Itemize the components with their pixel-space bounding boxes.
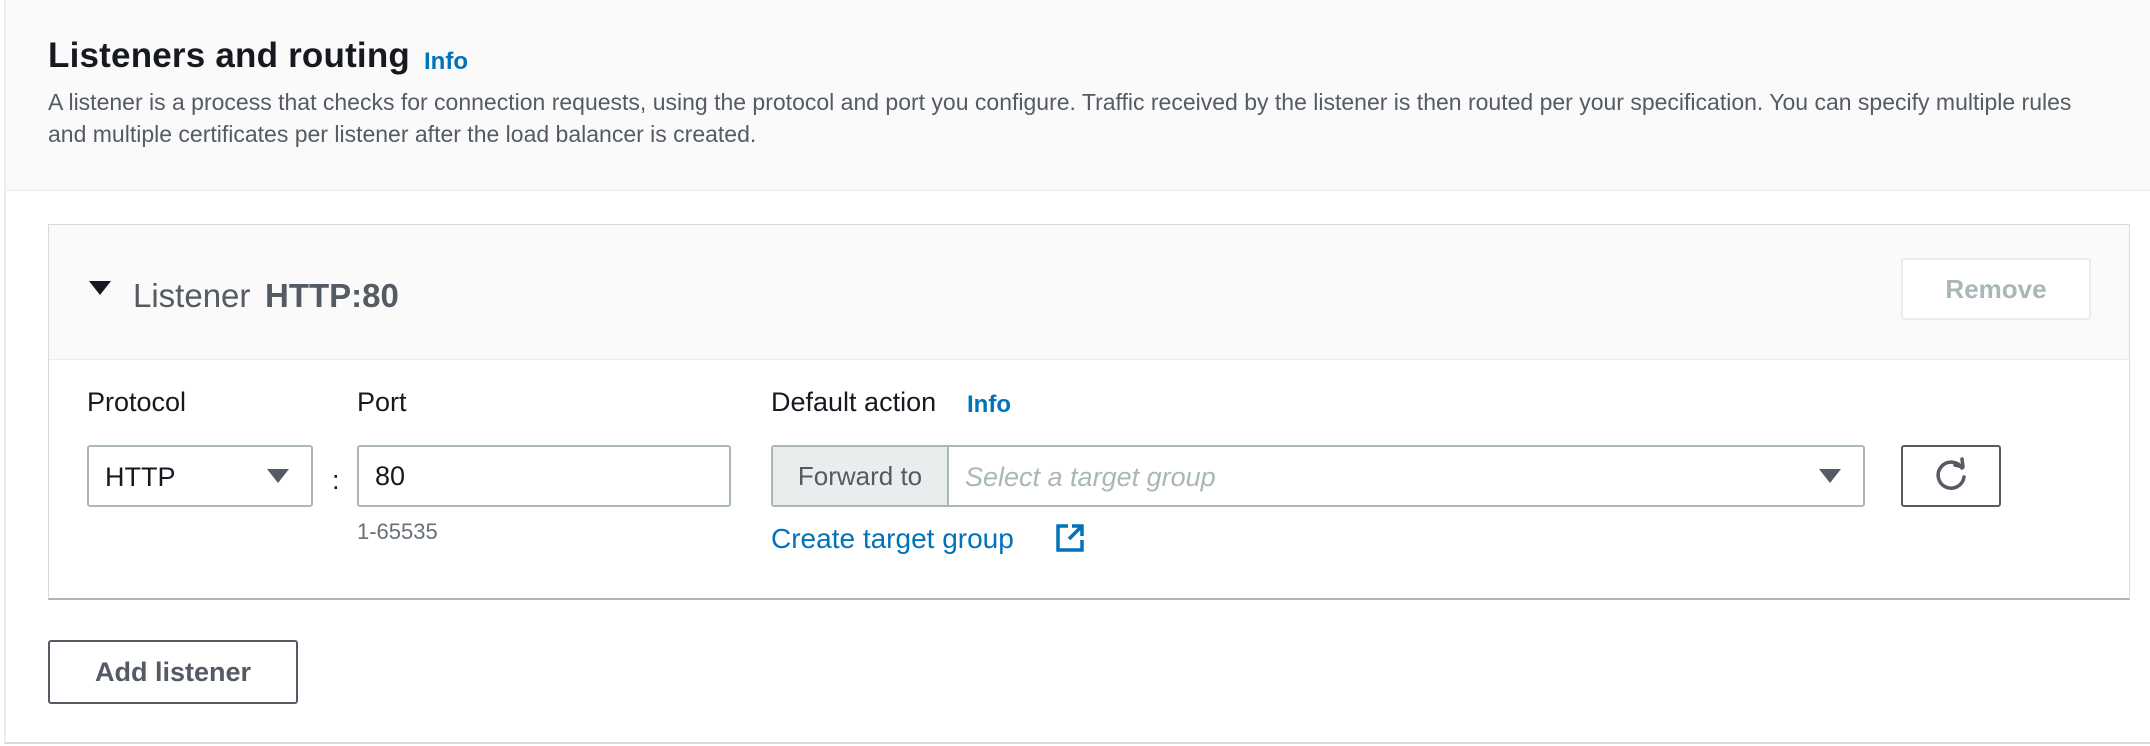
port-input[interactable] (357, 445, 731, 507)
listener-label: Listener (133, 277, 251, 314)
external-link-icon[interactable] (1055, 523, 1085, 553)
protocol-label: Protocol (87, 387, 187, 417)
target-group-select[interactable]: Select a target group (949, 447, 1863, 505)
refresh-icon (1936, 456, 1966, 490)
section-header: Listeners and routing Info A listener is… (6, 0, 2150, 191)
protocol-select[interactable]: HTTP (87, 445, 313, 507)
section-description: A listener is a process that checks for … (48, 89, 2072, 147)
listener-card-header: Listener HTTP:80 Remove (49, 225, 2129, 360)
protocol-port-separator: : (332, 465, 340, 495)
default-action-control: Forward to Select a target group (771, 445, 1865, 507)
default-action-info-link[interactable]: Info (967, 391, 1011, 419)
listener-name: HTTP:80 (265, 277, 399, 314)
protocol-value: HTTP (105, 462, 176, 492)
default-action-label: Default action (771, 387, 937, 417)
forward-to-prefix: Forward to (773, 447, 949, 505)
listeners-routing-panel: Listeners and routing Info A listener is… (4, 0, 2150, 744)
section-title: Listeners and routing (48, 36, 411, 75)
listener-card: Listener HTTP:80 Remove Protocol HTTP : … (48, 224, 2130, 600)
caret-down-icon (1819, 469, 1841, 483)
expand-caret-icon[interactable] (89, 281, 111, 295)
caret-down-icon (267, 469, 289, 483)
create-target-group-link[interactable]: Create target group (771, 523, 1014, 555)
remove-button[interactable]: Remove (1901, 258, 2091, 320)
add-listener-button[interactable]: Add listener (48, 640, 298, 704)
port-label: Port (357, 387, 407, 417)
refresh-button[interactable] (1901, 445, 2001, 507)
info-link[interactable]: Info (424, 48, 468, 76)
target-group-placeholder: Select a target group (965, 462, 1216, 492)
port-hint: 1-65535 (357, 519, 438, 544)
